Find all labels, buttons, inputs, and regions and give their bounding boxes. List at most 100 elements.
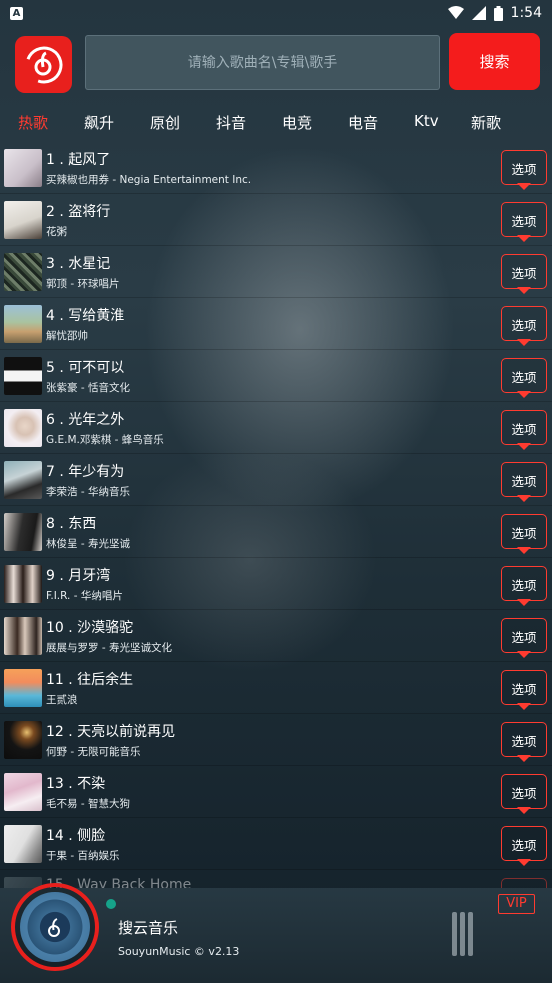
song-list: 1 . 起风了 买辣椒也用券 - Negia Entertainment Inc… <box>0 142 552 888</box>
song-title: 9 . 月牙湾 <box>46 568 111 584</box>
caret-down-icon <box>517 339 531 346</box>
album-cover <box>4 565 42 603</box>
song-row[interactable]: 13 . 不染 毛不易 - 智慧大狗 选项 <box>0 766 552 818</box>
options-label: 选项 <box>511 266 537 281</box>
song-row[interactable]: 11 . 往后余生 王贰浪 选项 <box>0 662 552 714</box>
music-note-logo-icon <box>25 46 62 83</box>
song-title: 8 . 东西 <box>46 516 97 532</box>
song-title: 3 . 水星记 <box>46 256 111 272</box>
album-cover <box>4 409 42 447</box>
status-bar: A 1:54 <box>0 0 552 26</box>
equalizer-icon[interactable] <box>452 912 478 956</box>
caret-down-icon <box>517 391 531 398</box>
caret-down-icon <box>517 599 531 606</box>
album-cover <box>4 305 42 343</box>
song-row[interactable]: 8 . 东西 林俊呈 - 寿光坚诚 选项 <box>0 506 552 558</box>
battery-icon <box>493 5 503 21</box>
song-row[interactable]: 5 . 可不可以 张紫豪 - 恬音文化 选项 <box>0 350 552 402</box>
song-row[interactable]: 14 . 侧脸 于果 - 百纳娱乐 选项 <box>0 818 552 870</box>
app-logo[interactable] <box>15 36 72 93</box>
tab-douyin[interactable]: 抖音 <box>216 112 246 133</box>
search-input[interactable] <box>85 35 440 90</box>
album-cover <box>4 357 42 395</box>
options-button[interactable]: 选项 <box>501 670 547 710</box>
album-disc[interactable] <box>20 892 90 962</box>
caret-down-icon <box>517 755 531 762</box>
options-label: 选项 <box>511 422 537 437</box>
options-button[interactable]: 选项 <box>501 358 547 398</box>
options-button[interactable]: 选项 <box>501 722 547 762</box>
caret-down-icon <box>517 547 531 554</box>
player-title: 搜云音乐 <box>118 919 179 937</box>
album-cover <box>4 669 42 707</box>
album-cover <box>4 253 42 291</box>
options-button[interactable]: 选项 <box>501 566 547 606</box>
song-row[interactable]: 1 . 起风了 买辣椒也用券 - Negia Entertainment Inc… <box>0 142 552 194</box>
song-artist: 花粥 <box>46 226 67 238</box>
album-cover <box>4 149 42 187</box>
options-label: 选项 <box>511 474 537 489</box>
status-dot <box>106 899 116 909</box>
tab-ktv[interactable]: Ktv <box>414 112 439 130</box>
song-artist: G.E.M.邓紫棋 - 蜂鸟音乐 <box>46 434 164 446</box>
options-label: 选项 <box>511 318 537 333</box>
song-row[interactable]: 9 . 月牙湾 F.I.R. - 华纳唱片 选项 <box>0 558 552 610</box>
song-row[interactable]: 4 . 写给黄淮 解忧邵帅 选项 <box>0 298 552 350</box>
song-title: 6 . 光年之外 <box>46 412 125 428</box>
options-button[interactable]: 选项 <box>501 202 547 242</box>
options-button[interactable]: 选项 <box>501 150 547 190</box>
music-note-icon <box>48 918 60 937</box>
song-title: 2 . 盗将行 <box>46 204 111 220</box>
song-row[interactable]: 10 . 沙漠骆驼 展展与罗罗 - 寿光坚诚文化 选项 <box>0 610 552 662</box>
notification-icon: A <box>10 6 23 20</box>
options-button[interactable]: 选项 <box>501 306 547 346</box>
options-label: 选项 <box>511 734 537 749</box>
album-cover <box>4 617 42 655</box>
tab-rising[interactable]: 飙升 <box>84 112 114 133</box>
tab-electronic[interactable]: 电音 <box>348 112 378 133</box>
vip-badge[interactable]: VIP <box>498 894 535 914</box>
song-title: 13 . 不染 <box>46 776 106 792</box>
options-button[interactable]: 选项 <box>501 462 547 502</box>
options-label: 选项 <box>511 370 537 385</box>
song-row[interactable]: 3 . 水星记 郭顶 - 环球唱片 选项 <box>0 246 552 298</box>
song-title: 12 . 天亮以前说再见 <box>46 724 176 740</box>
options-button[interactable]: 选项 <box>501 254 547 294</box>
song-artist: 林俊呈 - 寿光坚诚 <box>46 538 130 550</box>
caret-down-icon <box>517 443 531 450</box>
tab-original[interactable]: 原创 <box>150 112 180 133</box>
tab-esports[interactable]: 电竞 <box>282 112 312 133</box>
caret-down-icon <box>517 183 531 190</box>
options-label: 选项 <box>511 786 537 801</box>
options-button[interactable]: 选项 <box>501 774 547 814</box>
album-cover <box>4 461 42 499</box>
options-button[interactable]: 选项 <box>501 826 547 866</box>
tab-hot[interactable]: 热歌 <box>18 112 48 133</box>
song-row[interactable]: 15 . Way Back Home <box>0 870 552 888</box>
options-button[interactable]: 选项 <box>501 514 547 554</box>
tab-new-songs[interactable]: 新歌 <box>471 112 501 133</box>
song-title: 11 . 往后余生 <box>46 672 134 688</box>
song-title: 1 . 起风了 <box>46 152 111 168</box>
options-label: 选项 <box>511 682 537 697</box>
song-title: 7 . 年少有为 <box>46 464 125 480</box>
caret-down-icon <box>517 287 531 294</box>
song-title: 4 . 写给黄淮 <box>46 308 125 324</box>
song-row[interactable]: 12 . 天亮以前说再见 何野 - 无限可能音乐 选项 <box>0 714 552 766</box>
status-time: 1:54 <box>510 5 542 21</box>
category-tabs: 热歌 飙升 原创 抖音 电竞 电音 Ktv 新歌 <box>0 100 552 142</box>
search-button[interactable]: 搜索 <box>449 33 540 90</box>
song-artist: 张紫豪 - 恬音文化 <box>46 382 130 394</box>
song-row[interactable]: 2 . 盗将行 花粥 选项 <box>0 194 552 246</box>
song-title: 5 . 可不可以 <box>46 360 125 376</box>
song-row[interactable]: 7 . 年少有为 李荣浩 - 华纳音乐 选项 <box>0 454 552 506</box>
song-artist: 李荣浩 - 华纳音乐 <box>46 486 130 498</box>
options-button[interactable]: 选项 <box>501 410 547 450</box>
caret-down-icon <box>517 235 531 242</box>
options-button[interactable]: 选项 <box>501 618 547 658</box>
options-button[interactable] <box>501 878 547 888</box>
options-label: 选项 <box>511 526 537 541</box>
song-artist: 展展与罗罗 - 寿光坚诚文化 <box>46 642 172 654</box>
song-artist: 买辣椒也用券 - Negia Entertainment Inc. <box>46 174 252 186</box>
song-row[interactable]: 6 . 光年之外 G.E.M.邓紫棋 - 蜂鸟音乐 选项 <box>0 402 552 454</box>
